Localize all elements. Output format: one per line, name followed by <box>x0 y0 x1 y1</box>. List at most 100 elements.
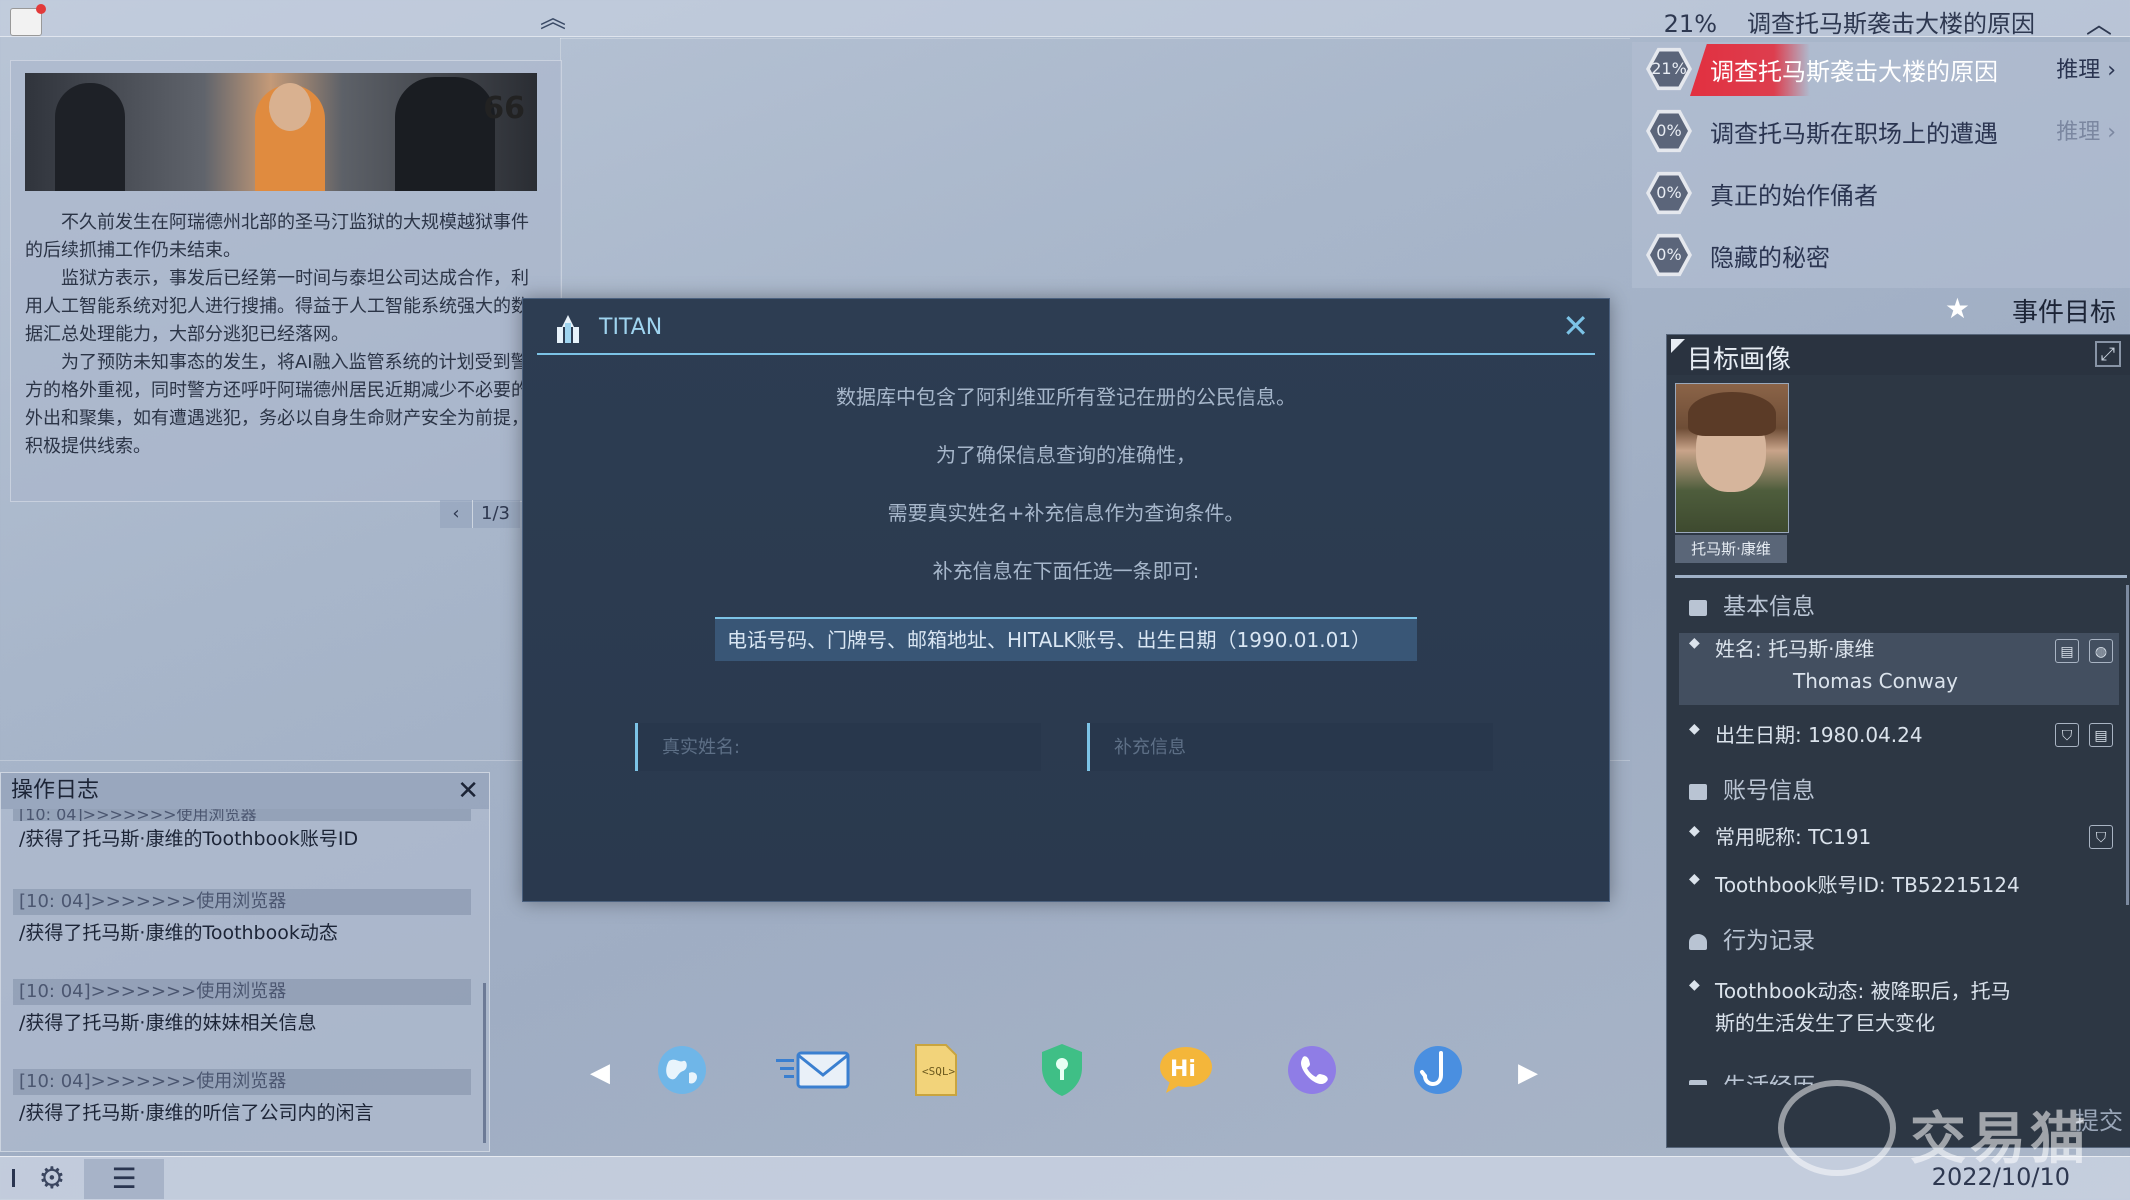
log-entry-head: [10: 04]>>>>>>>使用浏览器 <box>13 1069 471 1095</box>
svg-text:<SQL>: <SQL> <box>922 1065 955 1078</box>
dock-prev-icon[interactable]: ◀ <box>590 1058 610 1088</box>
infer-label: 推理 <box>2056 120 2101 145</box>
titan-message: 补充信息在下面任选一条即可: <box>932 559 1200 583</box>
divider <box>1675 575 2127 578</box>
log-entry: [10: 04]>>>>>>>使用浏览器 /获得了托马斯·康维的Toothboo… <box>13 889 471 951</box>
objective-item[interactable]: 0% 隐藏的秘密 <box>1640 228 2130 282</box>
news-image: 66 <box>25 73 537 191</box>
globe-icon[interactable]: ◍ <box>2089 639 2113 663</box>
titan-message: 数据库中包含了阿利维亚所有登记在册的公民信息。 <box>836 385 1296 409</box>
shield-key-icon[interactable] <box>1032 1040 1092 1100</box>
hexagon-icon: 0% <box>1646 233 1692 277</box>
target-scrollbar[interactable] <box>2126 585 2129 905</box>
mail-icon[interactable] <box>774 1040 854 1100</box>
collapse-up-icon[interactable]: ︽ <box>540 6 566 32</box>
close-icon[interactable]: ✕ <box>1562 307 1589 345</box>
gear-icon[interactable]: ⚙ <box>34 1163 70 1195</box>
objective-label: 调查托马斯袭击大楼的原因 <box>1710 58 1998 86</box>
close-icon[interactable]: ✕ <box>457 773 479 809</box>
event-goal-tab[interactable]: 事件目标 <box>2012 292 2116 329</box>
info-behavior[interactable]: ◆ Toothbook动态: 被降职后，托马 斯的生活发生了巨大变化 <box>1679 975 2119 1041</box>
document-icon[interactable]: ▤ <box>2055 639 2079 663</box>
infer-button[interactable]: 推理 › <box>2056 52 2116 84</box>
dock-next-icon[interactable]: ▶ <box>1518 1058 1538 1088</box>
log-entry: [10: 04]>>>>>>>使用浏览器 /获得了托马斯·康维的妹妹相关信息 <box>13 979 471 1041</box>
objective-item[interactable]: 0% 调查托马斯在职场上的遭遇 推理 › <box>1640 104 2130 158</box>
section-basic-info[interactable]: 基本信息 <box>1679 585 2119 629</box>
current-objective-progress: 21% <box>1663 10 1717 38</box>
infer-button[interactable]: 推理 › <box>2056 114 2116 146</box>
section-behavior[interactable]: 行为记录 <box>1679 919 2119 963</box>
target-profile-title: 目标画像 <box>1687 345 1792 375</box>
diamond-icon: ◆ <box>1689 871 1700 887</box>
extra-info-input[interactable] <box>1087 723 1493 771</box>
sql-file-icon[interactable]: <SQL> <box>906 1040 966 1100</box>
task-list-icon[interactable]: ☰ <box>84 1159 164 1199</box>
titan-header: TITAN ✕ <box>537 305 1595 355</box>
info-birth[interactable]: ◆ 出生日期: 1980.04.24 ⛉ ▤ <box>1679 719 2119 755</box>
info-name-english: Thomas Conway <box>1793 669 1958 693</box>
account-icon <box>1689 783 1707 800</box>
objective-progress: 0% <box>1650 113 1688 149</box>
chevron-left-icon[interactable]: ‹ <box>440 500 473 528</box>
corner-marker-icon <box>1671 339 1685 353</box>
globe-icon[interactable] <box>652 1040 712 1100</box>
objectives-panel: 21% 调查托马斯袭击大楼的原因 推理 › 0% 调查托马斯在职场上的遭遇 推理… <box>1632 42 2130 288</box>
document-icon[interactable]: ▤ <box>2089 723 2113 747</box>
objective-progress: 0% <box>1650 237 1688 273</box>
log-entry-head: [10: 04]>>>>>>>使用浏览器 <box>13 809 471 821</box>
titan-message: 为了确保信息查询的准确性， <box>936 443 1196 467</box>
objective-label: 隐藏的秘密 <box>1710 244 1830 272</box>
phone-icon[interactable] <box>1282 1040 1342 1100</box>
section-life[interactable]: 生活经历 <box>1679 1065 2119 1085</box>
objective-label: 调查托马斯在职场上的遭遇 <box>1710 120 1998 148</box>
hexagon-icon: 0% <box>1646 171 1692 215</box>
section-title: 行为记录 <box>1723 928 1815 954</box>
info-name-text: 姓名: 托马斯·康维 <box>1715 637 1875 661</box>
info-toothbook-id-text: Toothbook账号ID: TB52215124 <box>1715 873 2020 897</box>
target-name-tag: 托马斯·康维 <box>1675 535 1787 563</box>
section-account-info[interactable]: 账号信息 <box>1679 769 2119 813</box>
news-pager: ‹ 1/3 <box>440 500 520 528</box>
shield-icon[interactable]: ⛉ <box>2055 723 2079 747</box>
section-title: 生活经历 <box>1723 1074 1815 1085</box>
hexagon-icon: 0% <box>1646 109 1692 153</box>
app-dock: ◀ <SQL> Hi ▶ <box>590 1040 1540 1110</box>
objective-item[interactable]: 21% 调查托马斯袭击大楼的原因 推理 › <box>1640 42 2130 96</box>
news-paragraph: 不久前发生在阿瑞德州北部的圣马汀监狱的大规模越狱事件的后续抓捕工作仍未结束。 <box>25 212 529 261</box>
objective-progress: 0% <box>1650 175 1688 211</box>
info-name[interactable]: ◆ 姓名: 托马斯·康维 Thomas Conway ▤ ◍ <box>1679 633 2119 705</box>
objective-label: 真正的始作俑者 <box>1710 182 1878 210</box>
info-behavior-text: Toothbook动态: 被降职后，托马 <box>1715 979 2011 1003</box>
diamond-icon: ◆ <box>1689 977 1700 993</box>
log-entry: [10: 04]>>>>>>>使用浏览器 /获得了托马斯·康维的Toothboo… <box>13 809 471 857</box>
person-icon <box>1689 933 1707 950</box>
objective-item[interactable]: 0% 真正的始作俑者 <box>1640 166 2130 220</box>
news-app-icon[interactable] <box>10 4 46 36</box>
section-title: 基本信息 <box>1723 594 1815 620</box>
target-portrait <box>1675 383 1789 533</box>
log-entry-body: /获得了托马斯·康维的妹妹相关信息 <box>19 1012 317 1034</box>
log-entry-body: /获得了托马斯·康维的Toothbook动态 <box>19 922 338 944</box>
life-icon <box>1689 1079 1707 1085</box>
top-bar: ︽ 21% 调查托马斯袭击大楼的原因 ︿ <box>0 0 2130 40</box>
current-objective: 21% 调查托马斯袭击大楼的原因 <box>1634 4 2035 39</box>
info-nickname-text: 常用昵称: TC191 <box>1715 825 1872 849</box>
titan-dialog: TITAN ✕ 数据库中包含了阿利维亚所有登记在册的公民信息。 为了确保信息查询… <box>522 298 1610 902</box>
current-objective-label: 调查托马斯袭击大楼的原因 <box>1747 10 2035 38</box>
log-entry: [10: 04]>>>>>>>使用浏览器 /获得了托马斯·康维的听信了公司内的闲… <box>13 1069 471 1131</box>
info-nickname[interactable]: ◆ 常用昵称: TC191 ⛉ <box>1679 821 2119 857</box>
real-name-input[interactable] <box>635 723 1041 771</box>
hook-icon[interactable] <box>1408 1040 1468 1100</box>
chevron-up-icon[interactable]: ︿ <box>2086 4 2112 41</box>
svg-text:Hi: Hi <box>1170 1057 1196 1082</box>
hi-chat-icon[interactable]: Hi <box>1156 1040 1216 1100</box>
news-article: 不久前发生在阿瑞德州北部的圣马汀监狱的大规模越狱事件的后续抓捕工作仍未结束。 监… <box>25 209 537 461</box>
operation-log-header: 操作日志 ✕ <box>1 773 489 809</box>
operation-log-scrollbar[interactable] <box>483 983 486 1143</box>
hexagon-icon: 21% <box>1646 47 1692 91</box>
expand-icon[interactable]: ⤢ <box>2095 341 2121 367</box>
info-toothbook-id[interactable]: ◆ Toothbook账号ID: TB52215124 <box>1679 869 2119 905</box>
diamond-icon: ◆ <box>1689 721 1700 737</box>
shield-icon[interactable]: ⛉ <box>2089 825 2113 849</box>
